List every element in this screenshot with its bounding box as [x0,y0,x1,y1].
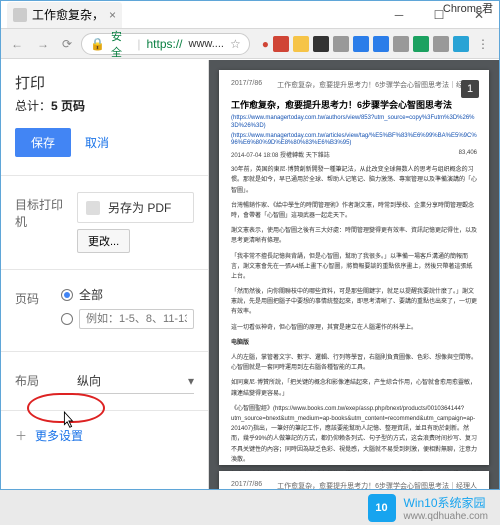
layout-row: 布局 纵向 ▾ [15,358,194,404]
divider [1,351,208,352]
back-button[interactable]: ← [7,34,27,54]
doc-paragraph: 「我非常不擅長記憶與背誦，但是心智圖，幫助了我很多。」以準備一場客戶溝通的簡報而… [231,252,477,283]
destination-value: 另存为 PDF [77,192,194,223]
save-button[interactable]: 保存 [15,128,71,157]
chrome-label: Chrome君 [443,0,493,16]
tab-close-icon[interactable]: × [109,8,116,22]
radio-icon [61,313,73,325]
ext-icon-1[interactable] [273,36,289,52]
print-actions: 保存 取消 [15,128,194,157]
extensions-row: ● ⋮ [256,36,493,52]
radio-icon [61,289,73,301]
chevron-down-icon: ▾ [188,374,194,388]
star-icon[interactable]: ☆ [230,37,241,51]
lock-icon: 🔒 [90,37,105,51]
watermark-url: www.qdhuahe.com [404,511,489,522]
doc-quote: 电脑版 [231,338,477,348]
ext-icon-7[interactable] [393,36,409,52]
watermark-badge: 10 [368,494,396,522]
ext-icon-8[interactable] [413,36,429,52]
doc-header-right: 工作愈复杂，愈要提升思考力！6步骤学会心智图思考法｜经理人 [277,80,477,90]
doc-paragraph: 30年前，英国的東尼·博贊創新開發一種筆記法，从此改变全球無数人的思考与组织概念… [231,165,477,196]
layout-select[interactable]: 纵向 ▾ [77,368,194,394]
pages-row: 页码 全部 [15,276,194,345]
change-destination-button[interactable]: 更改... [77,229,130,253]
ext-icon-5[interactable] [353,36,369,52]
browser-tab[interactable]: 工作愈复杂，愈要抬 × [7,2,122,28]
reload-button[interactable]: ⟳ [59,37,75,51]
ext-icon-9[interactable] [433,36,449,52]
cancel-button[interactable]: 取消 [81,128,113,157]
doc-paragraph: 「然而然後，向你關聯枝中的哪些資料，可是那些關鍵字，就足以提醒我要說什麼了。」謝… [231,287,477,318]
doc-paragraph: 人的左腦，掌管著文字、數字、邏輯、行列等學習，右腦則負責圖像、色彩、想像與空間等… [231,353,477,373]
browser-window: Chrome君 工作愈复杂，愈要抬 × ─ ☐ ✕ ← → ⟳ 🔒 安全 | h… [0,0,500,490]
destination-label: 目标打印机 [15,192,67,230]
minimize-button[interactable]: ─ [379,1,419,29]
doc-paragraph: 謝文憲表示，使用心智圖之後有三大好處：時間管理變得更有效率、資訊記憶更記得住，以… [231,226,477,246]
pages-range-option[interactable] [61,309,194,329]
page-number-badge: 1 [461,80,479,98]
print-sidebar: 打印 总计：5 页码 保存 取消 目标打印机 另存为 PDF 更改... [1,60,209,489]
ext-icon-6[interactable] [373,36,389,52]
doc-link: (https://www.managertoday.com.tw/article… [231,133,477,149]
menu-button[interactable]: ⋮ [473,37,493,51]
tab-title: 工作愈复杂，愈要抬 [32,6,104,23]
doc-paragraph: 這一切看似神奇，但心智圖的原理，其實是建立在人腦運作的科學上。 [231,323,477,333]
ext-icon-2[interactable] [293,36,309,52]
doc-paragraph: 台灣暢銷作家、《給中學生的時間管理術》作者謝文憲，時常到學校、企業分享時間管理觀… [231,201,477,221]
url-scheme: https:// [147,37,183,51]
plus-icon: ＋ [15,427,27,444]
divider [1,269,208,270]
pages-all-option[interactable]: 全部 [61,286,194,303]
preview-page-1: 1 2017/7/86 工作愈复杂，愈要提升思考力！6步骤学会心智图思考法｜经理… [219,70,489,465]
print-title: 打印 [15,72,194,93]
ext-icon-3[interactable] [313,36,329,52]
doc-paragraph: 如同東尼·博贊所說，「把关键的概念和影像連結起來，产生綜合作用，心智就會愈用愈靈… [231,378,477,398]
doc-header-right: 工作愈复杂，愈要提升思考力！6步骤学会心智图思考法｜经理人 [277,481,477,489]
preview-page-2: 2017/7/86 工作愈复杂，愈要提升思考力！6步骤学会心智图思考法｜经理人 … [219,471,489,489]
address-bar[interactable]: 🔒 安全 | https://www.... ☆ [81,33,250,55]
content-area: 打印 总计：5 页码 保存 取消 目标打印机 另存为 PDF 更改... [1,60,499,489]
doc-link: (https://www.managertoday.com.tw/authors… [231,115,477,131]
print-total: 总计：5 页码 [15,97,194,114]
watermark-bar: 10 Win10系统家园 www.qdhuahe.com [0,490,500,525]
titlebar: 工作愈复杂，愈要抬 × ─ ☐ ✕ [1,1,499,29]
more-settings-button[interactable]: ＋ 更多设置 [15,417,194,444]
divider [1,175,208,176]
browser-toolbar: ← → ⟳ 🔒 安全 | https://www.... ☆ ● ⋮ [1,29,499,59]
forward-button[interactable]: → [33,34,53,54]
doc-meta: 2014-07-04 18:08 授權轉載 天下雜誌 83,406 [231,150,477,159]
pages-label: 页码 [15,286,51,307]
tab-favicon [13,8,27,22]
doc-header-left: 2017/7/86 [231,481,262,489]
pages-range-input[interactable] [79,309,194,329]
pdf-icon [86,201,100,215]
record-icon[interactable]: ● [262,37,269,51]
doc-title: 工作愈复杂，愈要提升思考力！6步骤学会心智图思考法 [231,98,477,111]
destination-row: 目标打印机 另存为 PDF 更改... [15,182,194,263]
divider [1,410,208,411]
doc-header-left: 2017/7/86 [231,80,262,90]
secure-label: 安全 [111,28,131,60]
doc-paragraph: 《心智圖聖經》(https://www.books.com.tw/exep/as… [231,404,477,465]
watermark-title: Win10系统家园 [404,494,489,511]
ext-icon-4[interactable] [333,36,349,52]
ext-icon-10[interactable] [453,36,469,52]
url-host: www.... [189,38,224,50]
layout-label: 布局 [15,368,67,389]
print-preview[interactable]: 1 2017/7/86 工作愈复杂，愈要提升思考力！6步骤学会心智图思考法｜经理… [209,60,499,489]
